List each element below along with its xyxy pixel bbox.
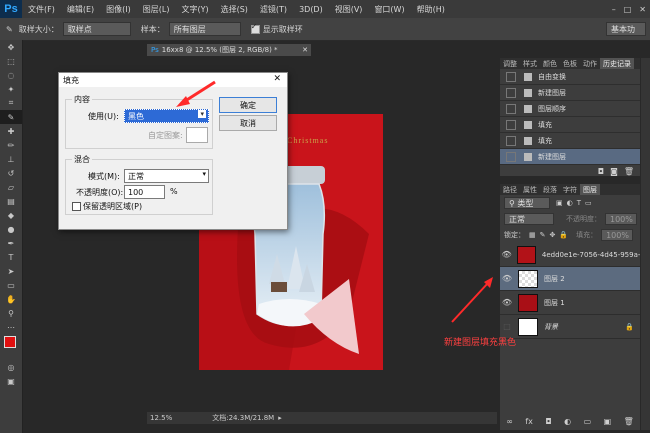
- annotation-arrows: [176, 80, 493, 323]
- annotation-text: 新建图层填充黑色: [444, 338, 517, 348]
